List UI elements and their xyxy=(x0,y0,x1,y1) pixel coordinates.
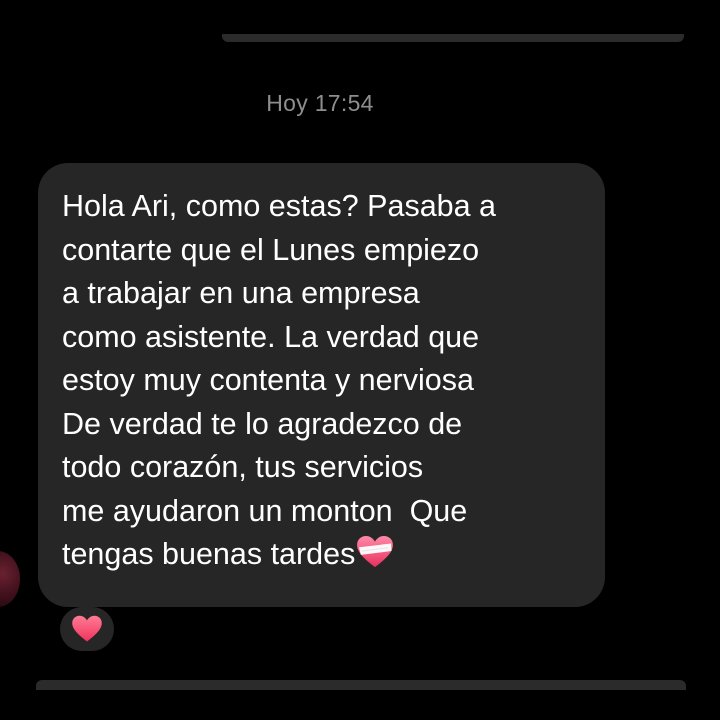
message-line: tengas buenas tardes xyxy=(62,537,356,571)
message-line: a trabajar en una empresa xyxy=(62,276,420,310)
message-line: todo corazón, tus servicios xyxy=(62,450,424,484)
message-line: Hola Ari, como estas? Pasaba a xyxy=(62,189,497,223)
sender-avatar[interactable] xyxy=(0,551,20,607)
message-bubble[interactable]: Hola Ari, como estas? Pasaba a contarte … xyxy=(38,163,605,607)
message-text: Hola Ari, como estas? Pasaba a contarte … xyxy=(62,185,585,577)
message-timestamp: Hoy 17:54 xyxy=(266,90,374,116)
message-line: De verdad te lo agradezco de xyxy=(62,406,463,441)
message-line: como asistente. La verdad que xyxy=(62,319,480,354)
previous-message-edge xyxy=(222,34,684,42)
message-line: contarte que el Lunes empiezo xyxy=(62,232,480,267)
message-line: estoy muy contenta y nerviosa xyxy=(62,363,474,397)
heart-reaction[interactable] xyxy=(60,607,114,651)
heart-with-bandage-icon xyxy=(357,535,394,568)
red-heart-icon xyxy=(72,615,102,642)
next-message-edge xyxy=(36,680,686,690)
message-line: me ayudaron un monton Que xyxy=(62,493,468,528)
